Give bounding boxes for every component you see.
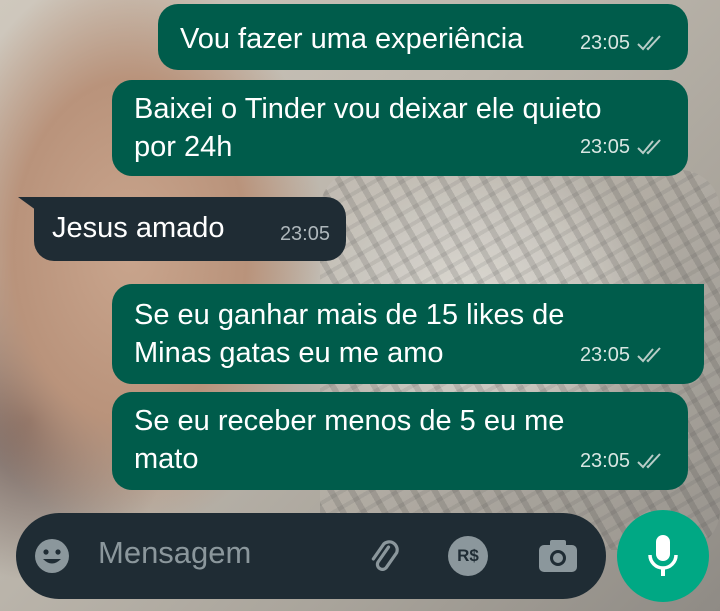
message-meta: 23:05	[580, 442, 666, 480]
mic-icon	[617, 510, 709, 602]
message-meta: 23:05	[580, 24, 666, 62]
attach-icon[interactable]	[362, 534, 406, 578]
message-time: 23:05	[579, 450, 630, 472]
message-bubble-outgoing[interactable]: Se eu ganhar mais de 15 likes de Minas g…	[112, 284, 704, 384]
camera-icon[interactable]	[536, 535, 580, 577]
message-meta: 23:05	[280, 215, 330, 253]
message-bubble-incoming[interactable]: Jesus amado 23:05	[34, 197, 346, 261]
payment-label: R$	[457, 546, 479, 565]
payment-icon[interactable]: R$	[448, 536, 488, 576]
message-meta: 23:05	[580, 128, 666, 166]
mic-button[interactable]	[617, 510, 709, 602]
double-check-icon	[637, 139, 661, 155]
double-check-icon	[637, 35, 661, 51]
message-time: 23:05	[579, 32, 630, 54]
emoji-icon[interactable]	[32, 536, 72, 576]
message-bubble-outgoing[interactable]: Vou fazer uma experiência 23:05	[158, 4, 688, 70]
message-input[interactable]: Mensagem	[98, 535, 251, 571]
message-bubble-outgoing[interactable]: Baixei o Tinder vou deixar ele quieto po…	[112, 80, 688, 176]
double-check-icon	[637, 347, 661, 363]
message-composer[interactable]: Mensagem R$	[16, 513, 606, 599]
message-time: 23:05	[279, 223, 330, 245]
message-bubble-outgoing[interactable]: Se eu receber menos de 5 eu me mato 23:0…	[112, 392, 688, 490]
double-check-icon	[637, 453, 661, 469]
message-meta: 23:05	[580, 336, 666, 374]
message-time: 23:05	[579, 344, 630, 366]
message-time: 23:05	[579, 136, 630, 158]
